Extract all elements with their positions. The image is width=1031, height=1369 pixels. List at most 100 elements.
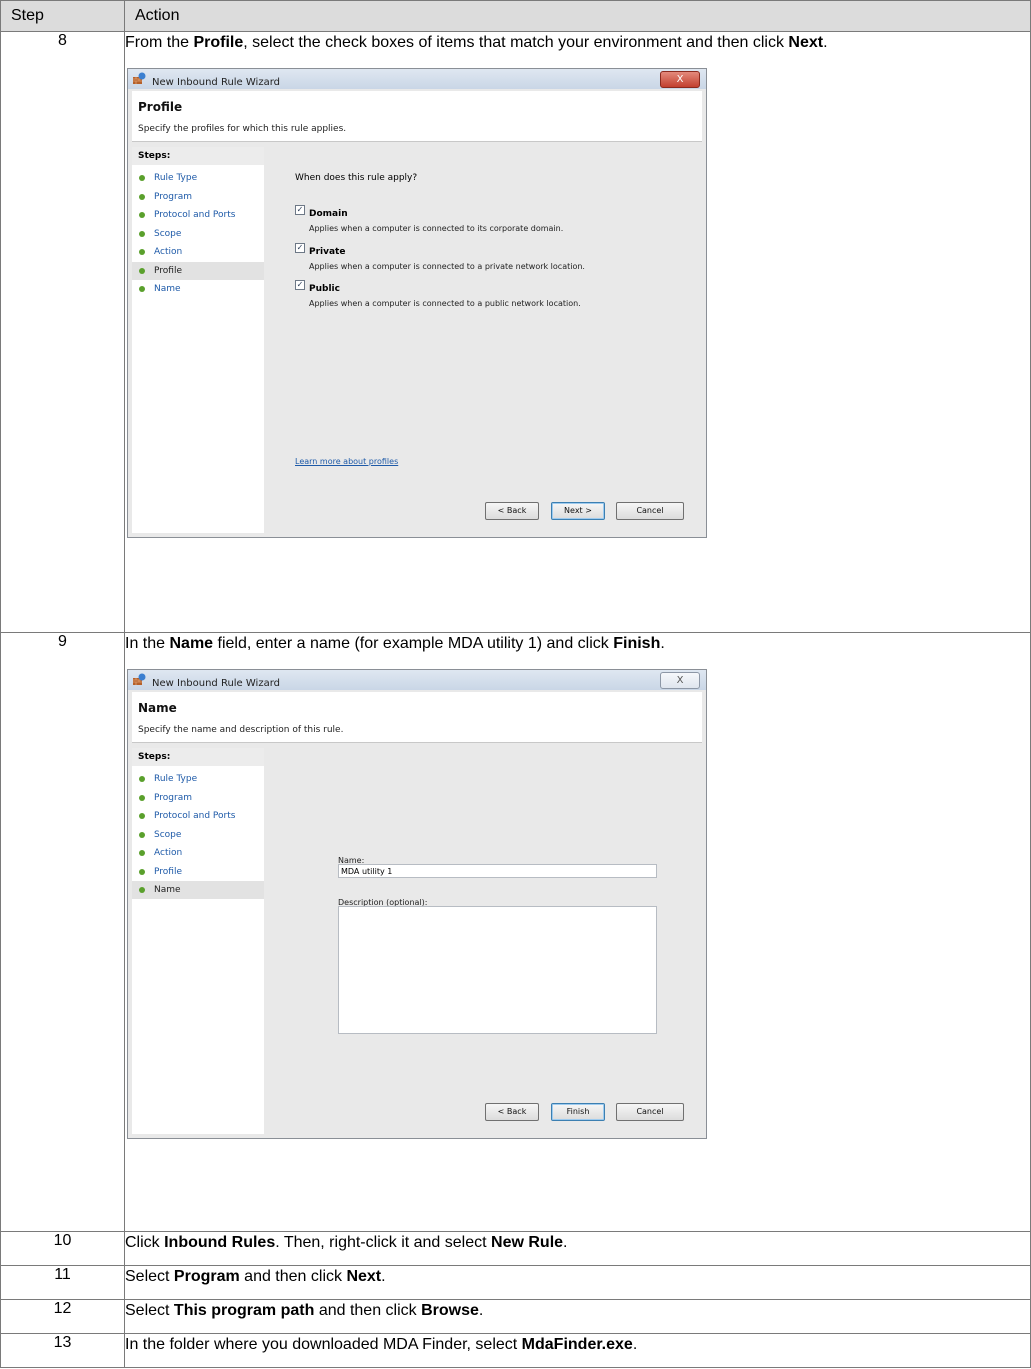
question-text: When does this rule apply? (295, 173, 418, 183)
close-button[interactable]: X (660, 672, 700, 689)
name-input[interactable]: MDA utility 1 (338, 864, 657, 878)
step-item-name[interactable]: Name (132, 881, 264, 899)
step-item-rule-type[interactable]: Rule Type (132, 169, 264, 187)
step-row: 13 In the folder where you downloaded MD… (0, 1333, 1031, 1368)
step-instruction: Click Inbound Rules. Then, right-click i… (125, 1232, 1030, 1254)
wizard-heading: Name (138, 701, 177, 715)
step-item-label: Scope (154, 829, 182, 840)
bold-term: MdaFinder.exe (521, 1336, 633, 1353)
instruction-text: In the (125, 635, 170, 652)
step-item-label: Name (154, 284, 181, 294)
instruction-text: . (563, 1234, 568, 1251)
name-pane: Name: MDA utility 1 Description (optiona… (266, 748, 702, 1134)
instruction-text: field, enter a name (for example MDA uti… (213, 635, 614, 652)
close-button[interactable]: X (660, 71, 700, 88)
step-row: 9 In the Name field, enter a name (for e… (0, 632, 1031, 1232)
instruction-text: . (823, 34, 828, 51)
step-item-profile[interactable]: Profile (132, 863, 264, 881)
description-input[interactable] (338, 906, 657, 1034)
step-action: Select Program and then click Next. (124, 1265, 1031, 1300)
instruction-text: . (632, 1336, 638, 1353)
step-bullet-icon (139, 286, 145, 292)
step-number: 8 (0, 31, 125, 633)
step-item-action[interactable]: Action (132, 243, 264, 261)
steps-header: Steps: (132, 748, 264, 766)
title-bar: New Inbound Rule Wizard X (128, 69, 706, 89)
finish-button[interactable]: Finish (551, 1103, 605, 1121)
instruction-text: . Then, right-click it and select (275, 1234, 492, 1251)
bold-term: Browse (421, 1302, 479, 1319)
step-row: 10 Click Inbound Rules. Then, right-clic… (0, 1231, 1031, 1266)
bold-term: This program path (173, 1302, 315, 1319)
step-number: 13 (0, 1333, 125, 1368)
step-bullet-icon (139, 175, 145, 181)
private-description: Applies when a computer is connected to … (309, 262, 585, 271)
step-item-program[interactable]: Program (132, 188, 264, 206)
step-item-label: Program (154, 792, 192, 803)
learn-more-link[interactable]: Learn more about profiles (295, 451, 398, 473)
step-item-program[interactable]: Program (132, 789, 264, 807)
step-item-protocol-and-ports[interactable]: Protocol and Ports (132, 206, 264, 224)
step-bullet-icon (139, 249, 145, 255)
header-row: Step Action (0, 0, 1031, 32)
back-button[interactable]: < Back (485, 1103, 539, 1121)
instruction-text: From the (125, 34, 194, 51)
step-bullet-icon (139, 887, 145, 893)
step-number: 9 (0, 632, 125, 1232)
public-description: Applies when a computer is connected to … (309, 299, 581, 308)
step-action: In the Name field, enter a name (for exa… (124, 632, 1031, 1232)
step-action: From the Profile, select the check boxes… (124, 31, 1031, 633)
step-item-label: Profile (154, 866, 182, 877)
bold-term: Next (346, 1268, 382, 1285)
step-row: 12 Select This program path and then cli… (0, 1299, 1031, 1334)
step-item-scope[interactable]: Scope (132, 826, 264, 844)
step-item-action[interactable]: Action (132, 844, 264, 862)
bold-term: Name (169, 635, 214, 652)
step-item-scope[interactable]: Scope (132, 225, 264, 243)
domain-checkbox[interactable]: ✓ (295, 205, 305, 215)
step-instruction: In the folder where you downloaded MDA F… (125, 1334, 1030, 1356)
wizard-subheading: Specify the profiles for which this rule… (138, 124, 347, 134)
step-row: 8 From the Profile, select the check box… (0, 31, 1031, 633)
wizard-subheading: Specify the name and description of this… (138, 725, 344, 735)
next-button[interactable]: Next > (551, 502, 605, 520)
step-item-profile[interactable]: Profile (132, 261, 264, 280)
document-page: Step Action 8 From the Profile, select t… (0, 0, 1031, 1369)
cancel-button[interactable]: Cancel (616, 502, 684, 520)
wizard-dialog-profile: New Inbound Rule Wizard X Profile Specif… (127, 68, 707, 538)
bold-term: Profile (193, 34, 244, 51)
step-item-label: Protocol and Ports (154, 210, 236, 220)
instruction-text: and then click (239, 1268, 347, 1285)
step-number: 11 (0, 1265, 125, 1300)
steps-table: Step Action 8 From the Profile, select t… (0, 0, 1031, 1368)
instruction-text: . (478, 1302, 484, 1319)
step-item-rule-type[interactable]: Rule Type (132, 770, 264, 788)
step-bullet-icon (139, 230, 145, 237)
profile-pane: When does this rule apply? ✓ Domain Appl… (266, 147, 702, 533)
bold-term: Inbound Rules (164, 1234, 276, 1251)
step-column-header: Step (0, 0, 125, 32)
step-item-protocol-and-ports[interactable]: Protocol and Ports (132, 807, 264, 825)
step-item-label: Protocol and Ports (154, 811, 236, 821)
step-bullet-icon (139, 267, 145, 274)
instruction-text: . (381, 1268, 386, 1285)
bold-term: Finish (613, 635, 661, 652)
step-item-name[interactable]: Name (132, 280, 264, 298)
step-item-label: Program (154, 191, 192, 202)
back-button[interactable]: < Back (485, 502, 539, 520)
step-bullet-icon (139, 850, 145, 856)
bold-term: New Rule (491, 1234, 564, 1251)
step-instruction: In the Name field, enter a name (for exa… (125, 633, 1030, 655)
wizard-header: Name Specify the name and description of… (132, 692, 702, 743)
step-bullet-icon (139, 212, 145, 218)
step-instruction: Select Program and then click Next. (125, 1266, 1030, 1288)
step-action: In the folder where you downloaded MDA F… (124, 1333, 1031, 1368)
private-checkbox[interactable]: ✓ (295, 243, 305, 253)
step-item-label: Action (154, 247, 183, 257)
cancel-button[interactable]: Cancel (616, 1103, 684, 1121)
public-checkbox[interactable]: ✓ (295, 280, 305, 290)
step-bullet-icon (139, 193, 145, 200)
steps-pane: Steps: Rule Type Program Protocol and Port… (132, 147, 264, 533)
step-item-label: Rule Type (154, 774, 198, 784)
step-action: Click Inbound Rules. Then, right-click i… (124, 1231, 1031, 1266)
